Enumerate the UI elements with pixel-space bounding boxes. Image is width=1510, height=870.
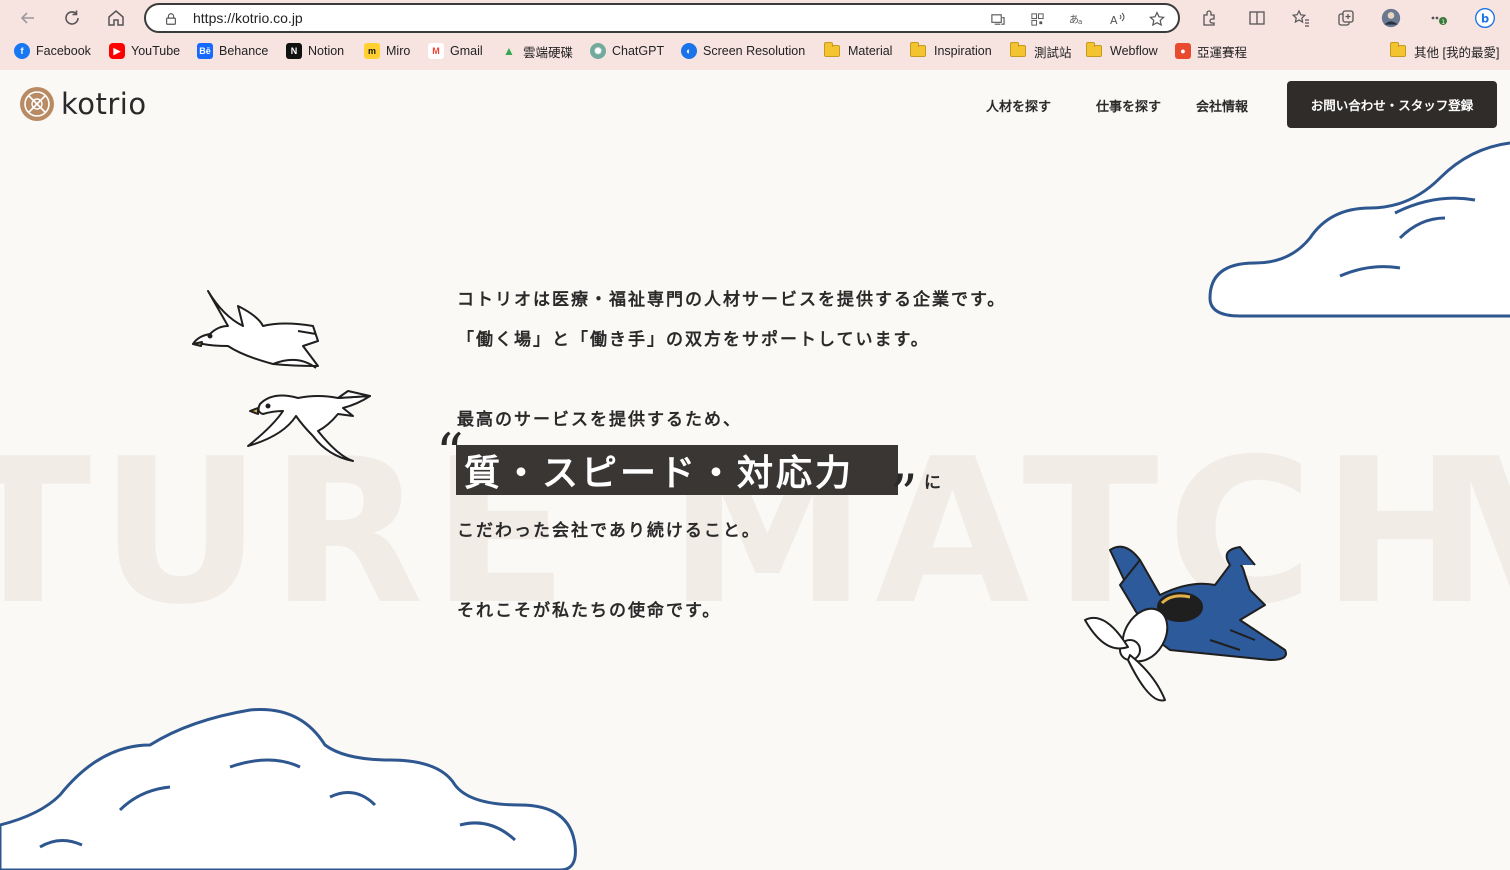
logo-text: kotrio [61, 87, 147, 121]
hero-highlight: 質・スピード・対応力 [456, 445, 898, 495]
lock-icon[interactable] [162, 10, 180, 28]
bookmark-item[interactable]: ✺ ChatGPT [590, 42, 664, 60]
bookmark-label: 其他 [我的最愛] [1414, 45, 1500, 60]
bookmark-item[interactable]: 其他 [我的最愛] [1390, 42, 1499, 60]
notion-icon: N [286, 43, 302, 59]
bookmark-label: 亞運賽程 [1197, 45, 1248, 60]
bookmark-label: Gmail [450, 44, 483, 58]
gmail-icon: M [428, 43, 444, 59]
bookmark-label: Inspiration [934, 44, 992, 58]
bookmark-item[interactable]: ● 亞運賽程 [1175, 42, 1247, 60]
bookmark-item[interactable]: Material [824, 42, 892, 60]
hero-line-1: コトリオは医療・福祉専門の人材サービスを提供する企業です。 [457, 290, 1007, 310]
cloud-top-right-illustration [1208, 141, 1510, 318]
bookmark-item[interactable]: ◐ Screen Resolution [681, 42, 805, 60]
nav-find-jobs[interactable]: 仕事を探す [1096, 96, 1161, 115]
bookmark-item[interactable]: ▲ 雲端硬碟 [501, 42, 573, 60]
bing-copilot-icon[interactable]: b [1470, 3, 1500, 33]
bookmark-label: 雲端硬碟 [523, 45, 574, 60]
svg-text:A: A [1110, 14, 1118, 27]
site-logo[interactable]: kotrio [20, 87, 147, 121]
bookmark-item[interactable]: Inspiration [910, 42, 992, 60]
extensions-icon[interactable] [1197, 6, 1221, 30]
airplane-illustration [1084, 545, 1287, 702]
folder-icon [1010, 42, 1026, 57]
svg-text:a: a [1078, 18, 1082, 26]
bookmark-label: Miro [386, 44, 411, 58]
bookmark-label: ChatGPT [612, 44, 665, 58]
translate-icon[interactable]: あa [1068, 10, 1086, 28]
close-quote: ” [890, 463, 918, 526]
cloud-bottom-left-illustration [0, 707, 577, 870]
bookmark-item[interactable]: 測試站 [1010, 42, 1072, 60]
bookmark-label: Notion [308, 44, 345, 58]
miro-icon: m [364, 43, 380, 59]
browser-chrome: https://kotrio.co.jp あa A 1 b f Facebook… [0, 0, 1510, 71]
url-text[interactable]: https://kotrio.co.jp [193, 10, 303, 26]
profile-avatar[interactable] [1379, 6, 1403, 30]
facebook-icon: f [14, 43, 30, 59]
svg-text:b: b [1481, 12, 1489, 26]
read-aloud-icon[interactable]: A [1108, 10, 1126, 28]
address-bar[interactable]: https://kotrio.co.jp あa A [144, 3, 1180, 33]
bookmark-item[interactable]: f Facebook [14, 42, 91, 60]
chatgpt-icon: ✺ [590, 43, 606, 59]
bookmark-item[interactable]: ▶ YouTube [109, 42, 180, 60]
app-available-icon[interactable] [988, 10, 1006, 28]
favorites-icon[interactable] [1289, 6, 1313, 30]
site-header [0, 70, 1510, 140]
nav-find-talent[interactable]: 人材を探す [986, 96, 1051, 115]
birds-illustration [192, 290, 371, 462]
bookmark-label: YouTube [131, 44, 181, 58]
hero-line-4: こだわった会社であり続けること。 [457, 521, 761, 541]
bookmark-label: 測試站 [1034, 45, 1072, 60]
asian-games-icon: ● [1175, 43, 1191, 59]
folder-icon [1086, 42, 1102, 57]
bookmark-item[interactable]: M Gmail [428, 42, 483, 60]
hero-line-5: それこそが私たちの使命です。 [457, 601, 722, 621]
google-drive-icon: ▲ [503, 44, 515, 58]
bookmark-label: Screen Resolution [703, 44, 806, 58]
home-icon[interactable] [104, 6, 128, 30]
hero-highlight-suffix: に [924, 473, 941, 493]
bookmark-item[interactable]: m Miro [364, 42, 410, 60]
bookmarks-bar: f Facebook ▶ YouTube Bē Behance N Notion m Miro M G… [0, 38, 1510, 64]
kotrio-logo-icon [20, 87, 54, 121]
bookmark-label: Webflow [1110, 44, 1158, 58]
folder-icon [910, 42, 926, 57]
bookmark-label: Material [848, 44, 893, 58]
bookmark-item[interactable]: N Notion [286, 42, 344, 60]
more-options-icon[interactable]: 1 [1427, 6, 1451, 30]
bookmark-label: Facebook [36, 44, 91, 58]
background-word: V [1460, 416, 1510, 616]
collections-icon[interactable] [1334, 6, 1358, 30]
bookmark-label: Behance [219, 44, 269, 58]
behance-icon: Bē [197, 43, 213, 59]
back-icon[interactable] [16, 6, 40, 30]
split-screen-icon[interactable] [1245, 6, 1269, 30]
reload-icon[interactable] [60, 6, 84, 30]
favorite-star-icon[interactable] [1148, 10, 1166, 28]
folder-icon [1390, 42, 1406, 57]
youtube-icon: ▶ [109, 43, 125, 59]
qr-code-icon[interactable] [1028, 10, 1046, 28]
hero-line-2: 「働く場」と「働き手」の双方をサポートしています。 [457, 330, 930, 350]
svg-text:1: 1 [1441, 19, 1445, 26]
screen-resolution-icon: ◐ [681, 43, 697, 59]
contact-register-button[interactable]: お問い合わせ・スタッフ登録 [1287, 81, 1497, 128]
bookmark-item[interactable]: Webflow [1086, 42, 1158, 60]
nav-company-info[interactable]: 会社情報 [1196, 96, 1248, 115]
folder-icon [824, 42, 840, 57]
hero-line-3: 最高のサービスを提供するため、 [457, 410, 742, 430]
bookmark-item[interactable]: Bē Behance [197, 42, 268, 60]
browser-toolbar: https://kotrio.co.jp あa A 1 b [0, 0, 1510, 36]
